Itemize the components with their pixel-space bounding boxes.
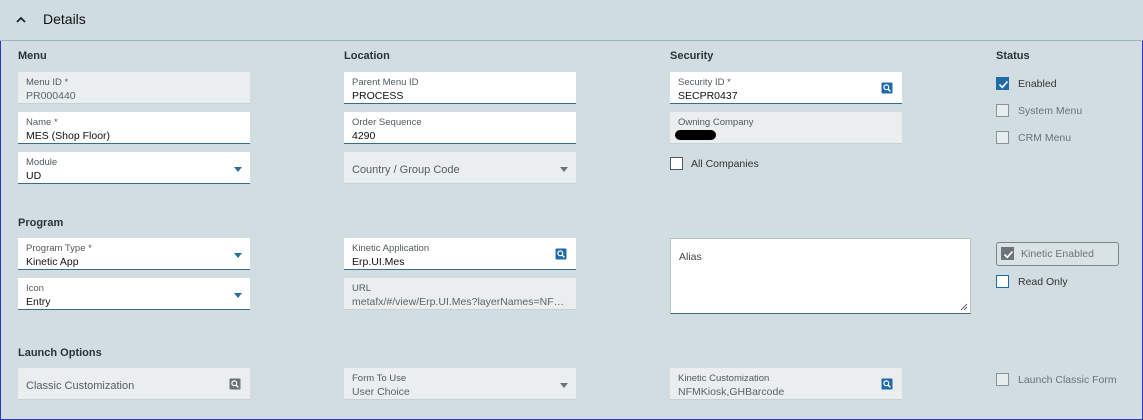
url-value: metafx/#/view/Erp.UI.Mes?layerNames=NFMK… [352, 296, 568, 308]
name-label: Name * [26, 117, 58, 128]
section-menu: Menu [18, 50, 47, 62]
menu-id-value: PR000440 [26, 90, 76, 102]
read-only-checkbox[interactable] [996, 275, 1009, 288]
details-header[interactable]: Details [0, 0, 1143, 41]
icon-dropdown[interactable]: Icon Entry [18, 278, 250, 310]
classic-customization-field[interactable]: Classic Customization [18, 368, 250, 400]
kinetic-application-value: Erp.UI.Mes [352, 256, 405, 268]
caret-down-icon[interactable] [560, 383, 568, 388]
url-field: URL metafx/#/view/Erp.UI.Mes?layerNames=… [344, 278, 576, 310]
chevron-up-icon[interactable] [16, 12, 26, 27]
parent-menu-id-field[interactable]: Parent Menu ID PROCESS [344, 72, 576, 104]
parent-menu-id-value: PROCESS [352, 90, 404, 102]
url-label: URL [352, 283, 372, 294]
caret-down-icon[interactable] [234, 253, 242, 258]
search-icon[interactable] [881, 378, 893, 390]
checkmark-icon [1003, 250, 1014, 259]
module-dropdown[interactable]: Module UD [18, 152, 250, 184]
section-launch-options: Launch Options [18, 347, 102, 359]
panel-title: Details [43, 11, 86, 27]
form-to-use-label: Form To Use [352, 373, 407, 384]
menu-id-field: Menu ID * PR000440 [18, 72, 250, 104]
module-value: UD [26, 170, 42, 182]
window-frame [0, 0, 1143, 420]
form-to-use-dropdown[interactable]: Form To Use User Choice [344, 368, 576, 400]
system-menu-checkbox[interactable] [996, 104, 1009, 117]
read-only-label: Read Only [1018, 276, 1068, 288]
section-location: Location [344, 50, 390, 62]
kinetic-customization-field[interactable]: Kinetic Customization NFMKiosk,GHBarcode [670, 368, 902, 400]
order-sequence-value: 4290 [352, 130, 376, 142]
order-sequence-field[interactable]: Order Sequence 4290 [344, 112, 576, 144]
checkmark-icon [998, 80, 1009, 89]
program-type-label: Program Type * [26, 243, 92, 254]
caret-down-icon[interactable] [234, 293, 242, 298]
owning-company-label: Owning Company [678, 117, 754, 128]
crm-menu-label: CRM Menu [1018, 132, 1072, 144]
kinetic-customization-label: Kinetic Customization [678, 373, 770, 384]
enabled-label: Enabled [1018, 78, 1057, 90]
module-label: Module [26, 157, 58, 168]
security-id-label: Security ID * [678, 77, 731, 88]
caret-down-icon[interactable] [560, 167, 568, 172]
alias-textarea[interactable]: Alias [670, 238, 971, 314]
system-menu-label: System Menu [1018, 105, 1083, 117]
country-group-code-dropdown[interactable]: Country / Group Code [344, 152, 576, 184]
icon-label: Icon [26, 283, 44, 294]
name-field[interactable]: Name * MES (Shop Floor) [18, 112, 250, 144]
kinetic-customization-value: NFMKiosk,GHBarcode [678, 386, 785, 398]
section-program: Program [18, 217, 64, 229]
order-sequence-label: Order Sequence [352, 117, 422, 128]
menu-id-label: Menu ID * [26, 77, 69, 88]
launch-classic-form-label: Launch Classic Form [1018, 374, 1117, 386]
security-id-value: SECPR0437 [678, 90, 738, 102]
crm-menu-checkbox[interactable] [996, 131, 1009, 144]
kinetic-application-field[interactable]: Kinetic Application Erp.UI.Mes [344, 238, 576, 270]
security-id-field[interactable]: Security ID * SECPR0437 [670, 72, 902, 104]
form-to-use-value: User Choice [352, 386, 410, 398]
redacted-value [675, 130, 716, 140]
classic-customization-placeholder: Classic Customization [26, 380, 135, 392]
program-type-value: Kinetic App [26, 256, 79, 268]
parent-menu-id-label: Parent Menu ID [352, 77, 419, 88]
alias-placeholder: Alias [679, 251, 702, 263]
all-companies-checkbox[interactable] [670, 157, 683, 170]
resize-handle-icon[interactable] [960, 303, 968, 311]
search-icon[interactable] [881, 82, 893, 94]
kinetic-enabled-checkbox [1001, 247, 1014, 260]
search-icon[interactable] [555, 248, 567, 260]
caret-down-icon[interactable] [234, 167, 242, 172]
enabled-checkbox[interactable] [996, 77, 1009, 90]
section-security: Security [670, 50, 714, 62]
launch-classic-form-checkbox[interactable] [996, 373, 1009, 386]
section-status: Status [996, 50, 1030, 62]
search-icon[interactable] [229, 378, 241, 390]
all-companies-label: All Companies [691, 158, 759, 170]
name-value: MES (Shop Floor) [26, 130, 111, 142]
kinetic-enabled-label: Kinetic Enabled [1021, 248, 1094, 260]
program-type-dropdown[interactable]: Program Type * Kinetic App [18, 238, 250, 270]
icon-value: Entry [26, 296, 51, 308]
country-group-code-placeholder: Country / Group Code [352, 164, 460, 176]
kinetic-application-label: Kinetic Application [352, 243, 430, 254]
